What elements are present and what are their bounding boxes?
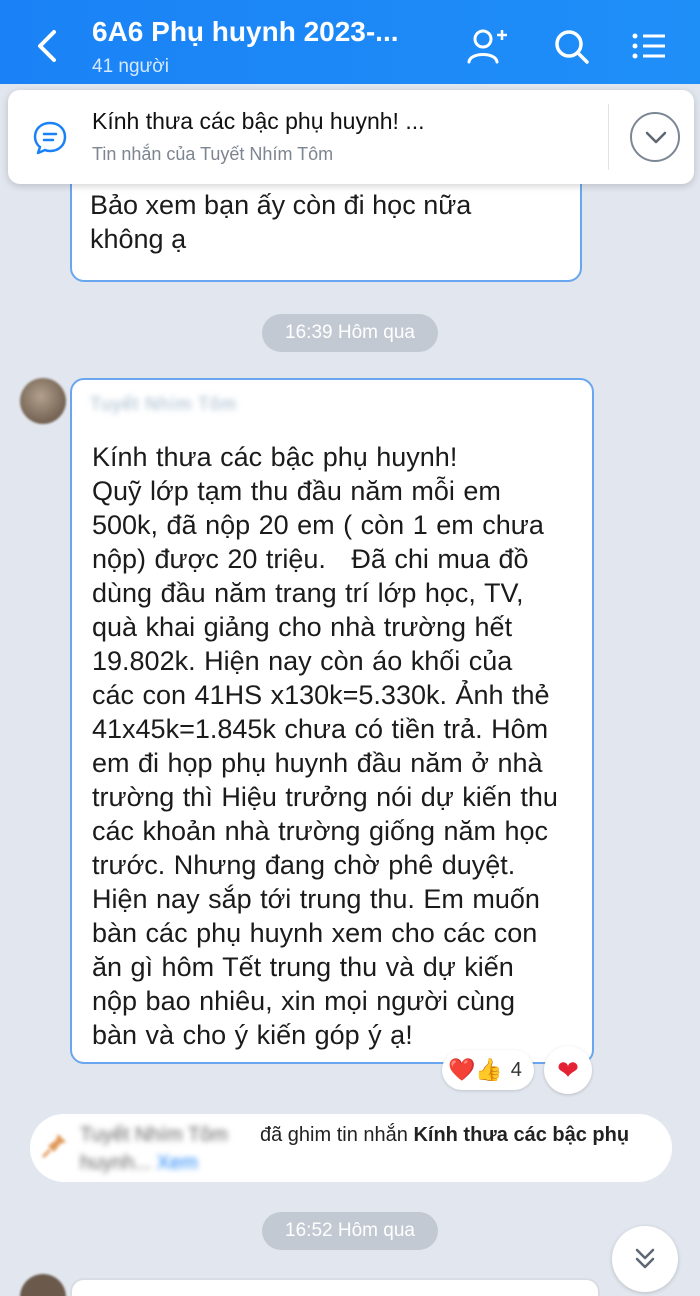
group-title[interactable]: 6A6 Phụ huynh 2023-... [92,16,399,48]
next-message-bubble[interactable] [70,1278,600,1296]
member-count[interactable]: 41 người [92,56,169,78]
pin-target: Kính thưa các bậc phụ [413,1124,630,1146]
sender-avatar[interactable] [20,378,66,424]
sender-name: Tuyết Nhím Tôm [90,394,238,414]
chevron-down-icon [645,131,667,144]
pin-view-link[interactable]: Xem [157,1152,198,1174]
pin-notice[interactable]: Tuyết Nhím Tôm đã ghim tin nhắn Kính thư… [30,1114,672,1182]
time-separator: 16:52 Hôm qua [262,1212,438,1250]
menu-icon[interactable] [628,26,670,66]
pin-action: đã ghim tin nhắn [260,1124,414,1146]
message-icon [33,121,67,155]
pinned-title: Kính thưa các bậc phụ huynh! ... [92,108,425,134]
divider [608,104,609,170]
add-member-icon[interactable] [466,26,508,66]
reaction-summary[interactable]: ❤️👍 4 [442,1050,534,1090]
message-text: Kính thưa các bậc phụ huynh! Quỹ lớp tạm… [92,442,558,1050]
pinned-subtitle: Tin nhắn của Tuyết Nhím Tôm [92,144,334,164]
pin-actor: Tuyết Nhím Tôm [80,1124,228,1146]
back-icon[interactable] [30,26,66,66]
message-bubble[interactable]: Tuyết Nhím Tôm Kính thưa các bậc phụ huy… [70,378,594,1064]
expand-button[interactable] [630,112,680,162]
reaction-count: 4 [510,1058,522,1081]
chat-header: 6A6 Phụ huynh 2023-... 41 người [0,0,700,84]
time-separator: 16:39 Hôm qua [262,314,438,352]
pin-continuation: huynh... [80,1152,157,1174]
reaction-emojis: ❤️👍 [448,1057,503,1082]
double-chevron-down-icon [635,1248,655,1269]
pin-icon [41,1134,66,1159]
sender-avatar[interactable] [20,1274,66,1296]
heart-react-button[interactable]: ❤ [544,1046,592,1094]
scroll-to-bottom-button[interactable] [612,1226,678,1292]
search-icon[interactable] [550,26,592,66]
pinned-message-card[interactable]: Kính thưa các bậc phụ huynh! ... Tin nhắ… [8,90,694,184]
previous-message-text: Bảo xem bạn ấy còn đi học nữa không ạ [90,190,472,254]
